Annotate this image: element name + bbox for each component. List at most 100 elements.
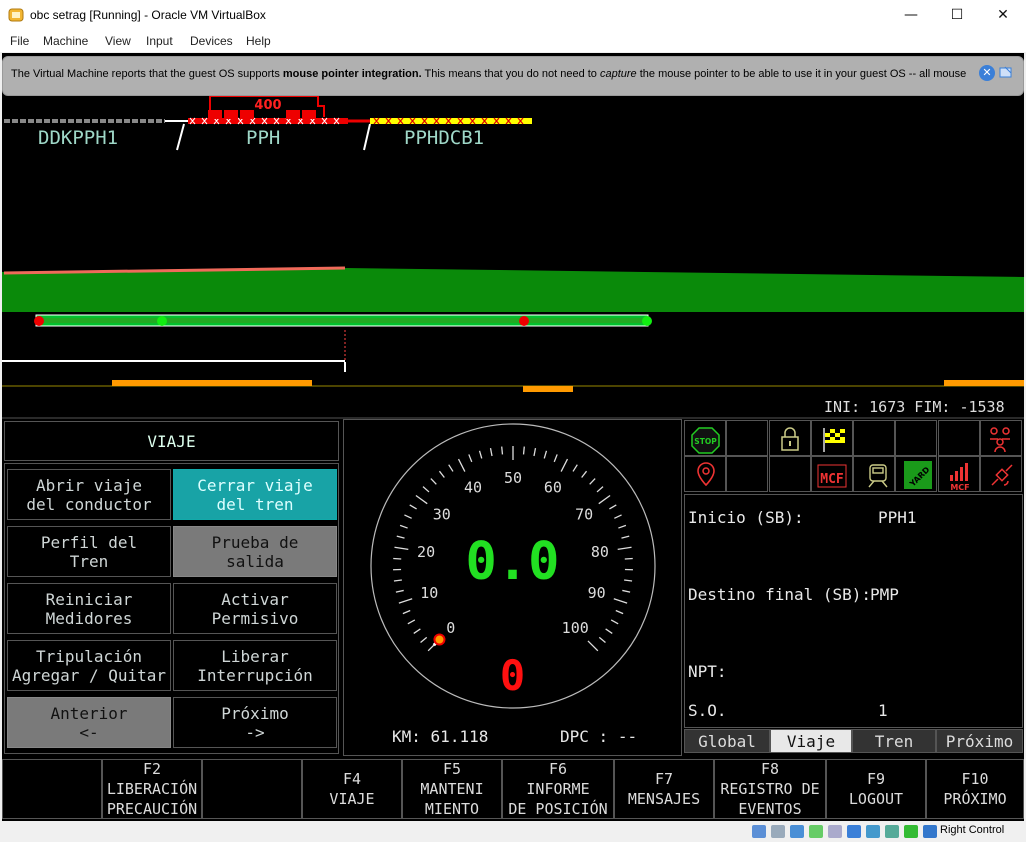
gauge-minor-tick: [478, 450, 483, 459]
track-label-pphdcb1: PPHDCB1: [404, 127, 485, 149]
audio-icon[interactable]: [790, 825, 804, 838]
fkey-f7[interactable]: F7 MENSAJES: [614, 759, 714, 819]
anterior-button[interactable]: Anterior <-: [7, 697, 171, 748]
route-marker-green: [642, 316, 652, 326]
gauge-tick-label: 0: [446, 619, 455, 637]
signal-mcf-icon: MCF: [950, 463, 970, 492]
optical-drive-icon[interactable]: [771, 825, 785, 838]
satellite-icon: [991, 464, 1013, 486]
dpc-label: DPC : --: [560, 727, 638, 746]
shared-folders-icon[interactable]: [847, 825, 861, 838]
gauge-minor-tick: [605, 628, 613, 634]
gauge-minor-tick: [399, 524, 408, 529]
proximo-button[interactable]: Próximo ->: [173, 697, 337, 748]
notice-close-icon[interactable]: ✕: [979, 65, 995, 81]
so-label: S.O.: [688, 701, 727, 720]
gauge-minor-tick: [413, 628, 421, 634]
gauge-tick-label: 100: [562, 619, 589, 637]
gauge-minor-tick: [468, 454, 473, 463]
inicio-label: Inicio (SB):: [688, 508, 804, 527]
destino-label: Destino final (SB):: [688, 585, 872, 604]
fkey-f2[interactable]: F2 LIBERACIÓN PRECAUCIÓN: [102, 759, 202, 819]
liberar-interrupcion-button[interactable]: Liberar Interrupción: [173, 640, 337, 691]
gauge-minor-tick: [501, 446, 504, 455]
gauge-tick-label: 30: [433, 505, 451, 523]
hdd-icon[interactable]: [752, 825, 766, 838]
prueba-salida-button[interactable]: Prueba de salida: [173, 526, 337, 577]
keyboard-capture-icon[interactable]: [923, 825, 937, 838]
fkey-f3[interactable]: [202, 759, 302, 819]
network-icon[interactable]: [809, 825, 823, 838]
gauge-tick-label: 40: [464, 479, 482, 497]
km-label: KM: 61.118: [392, 727, 489, 746]
locomotive-icon: [868, 464, 888, 488]
km-value: 61.118: [430, 727, 489, 746]
gauge-minor-tick: [402, 609, 411, 615]
reiniciar-medidores-button[interactable]: Reiniciar Medidores: [7, 583, 171, 634]
cpu-icon[interactable]: [904, 825, 918, 838]
display-icon[interactable]: [866, 825, 880, 838]
train-consist[interactable]: 400: [208, 95, 325, 119]
tab-proximo[interactable]: Próximo: [936, 729, 1023, 753]
gauge-major-tick: [560, 458, 569, 472]
abrir-viaje-button[interactable]: Abrir viaje del conductor: [7, 469, 171, 520]
trip-info-panel: [684, 494, 1023, 728]
viaje-header: VIAJE: [4, 421, 339, 461]
route-marker-red: [34, 316, 44, 326]
fkey-f10[interactable]: F10 PRÓXIMO: [926, 759, 1024, 819]
gauge-minor-tick: [522, 446, 525, 455]
gauge-tick-label: 50: [504, 469, 522, 487]
mcf-icon: MCF: [817, 464, 847, 488]
gauge-tick-label: 60: [544, 479, 562, 497]
track-label-ddkpph1: DDKPPH1: [38, 127, 119, 149]
padlock-icon: [781, 427, 799, 451]
notice-mouse-icon: [999, 66, 1012, 78]
gauge-minor-tick: [409, 504, 417, 510]
gauge-major-tick: [415, 494, 428, 505]
perfil-tren-button[interactable]: Perfil del Tren: [7, 526, 171, 577]
group-icon: [990, 427, 1010, 453]
fkey-f5[interactable]: F5 MANTENI MIENTO: [402, 759, 502, 819]
activar-permisivo-button[interactable]: Activar Permisivo: [173, 583, 337, 634]
cerrar-viaje-button[interactable]: Cerrar viaje del tren: [173, 469, 337, 520]
train-number: 400: [254, 98, 281, 113]
fkey-f1[interactable]: [2, 759, 102, 819]
speed-limit-readout: 0: [499, 651, 526, 700]
fkey-f8[interactable]: F8 REGISTRO DE EVENTOS: [714, 759, 826, 819]
inicio-value: PPH1: [878, 508, 917, 527]
gauge-minor-tick: [615, 609, 624, 615]
recording-icon[interactable]: [885, 825, 899, 838]
speed-needle: [432, 633, 446, 647]
dpc-value: --: [617, 727, 638, 746]
route-marker-green: [157, 316, 167, 326]
speed-needle-hub: [433, 633, 446, 646]
tab-tren[interactable]: Tren: [852, 729, 936, 753]
gauge-minor-tick: [404, 514, 412, 519]
gauge-minor-tick: [618, 524, 627, 529]
gauge-major-tick: [398, 598, 413, 604]
gauge-minor-tick: [610, 619, 619, 625]
tab-global[interactable]: Global: [684, 729, 770, 753]
notice-text: The Virtual Machine reports that the gue…: [11, 68, 967, 80]
mouse-integration-notice: The Virtual Machine reports that the gue…: [2, 56, 1024, 96]
gauge-minor-tick: [572, 464, 578, 472]
fkey-f9[interactable]: F9 LOGOUT: [826, 759, 926, 819]
gauge-major-tick: [598, 494, 611, 505]
tripulacion-button[interactable]: Tripulación Agregar / Quitar: [7, 640, 171, 691]
track-label-pph: PPH: [246, 127, 281, 149]
terrain-profile: [2, 268, 1024, 312]
gauge-minor-tick: [489, 448, 493, 457]
gauge-major-tick: [587, 640, 599, 652]
tab-viaje[interactable]: Viaje: [770, 729, 852, 753]
route-marker-red: [519, 316, 529, 326]
usb-icon[interactable]: [828, 825, 842, 838]
gauge-minor-tick: [438, 470, 445, 478]
host-key-label: Right Control: [940, 824, 1005, 836]
gauge-minor-tick: [448, 464, 454, 472]
speed-readout: 0.0: [465, 532, 560, 592]
checkered-flag-icon: [823, 428, 845, 452]
fkey-f6[interactable]: F6 INFORME DE POSICIÓN: [502, 759, 614, 819]
fkey-f4[interactable]: F4 VIAJE: [302, 759, 402, 819]
status-icons: STOP MCF YARD MCF: [691, 427, 1013, 492]
gauge-minor-tick: [420, 636, 428, 643]
